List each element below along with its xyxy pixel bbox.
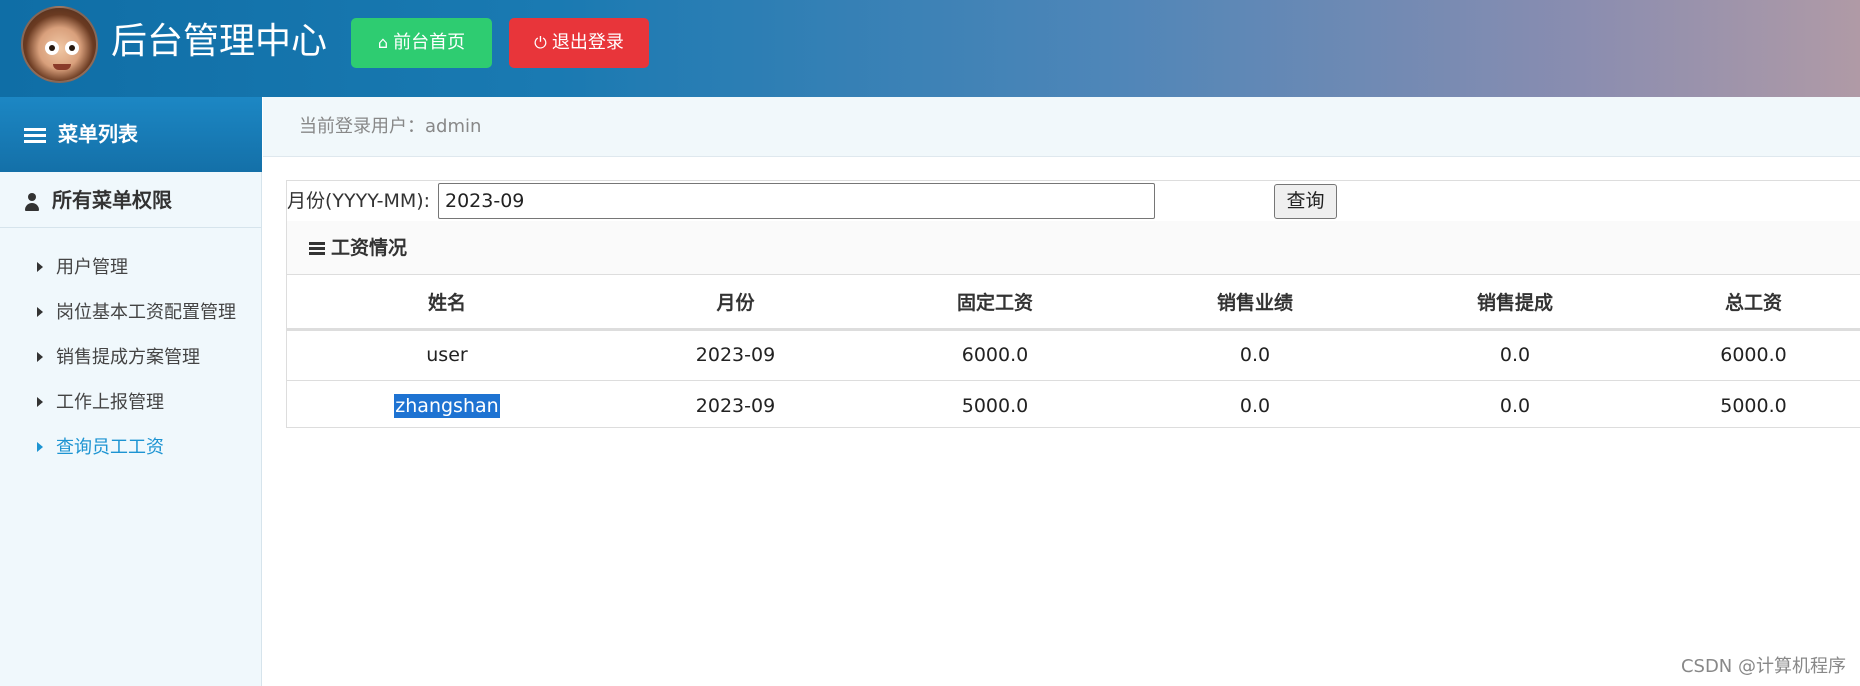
table-cell: 0.0 [1384, 329, 1646, 381]
sidebar-menu: 用户管理 岗位基本工资配置管理 销售提成方案管理 工作上报管理 查询员工工资 [0, 245, 262, 470]
sidebar-item-label: 用户管理 [56, 257, 128, 278]
sidebar-item-label: 查询员工工资 [56, 437, 164, 458]
search-form: 月份(YYYY-MM): 查询 [287, 181, 1860, 221]
sidebar-item-label: 岗位基本工资配置管理 [56, 302, 236, 323]
sidebar-item-work-report[interactable]: 工作上报管理 [0, 380, 262, 425]
logout-button-label: 退出登录 [551, 32, 624, 53]
column-header: 销售提成 [1384, 275, 1646, 331]
sidebar-item-commission-plan[interactable]: 销售提成方案管理 [0, 335, 262, 380]
table-cell: 5000.0 [1720, 394, 1787, 417]
power-icon: ⏻ [534, 33, 547, 52]
table-cell: 0.0 [1126, 329, 1384, 381]
sidebar: 菜单列表 所有菜单权限 用户管理 岗位基本工资配置管理 销售提成方案管理 工作上… [0, 97, 262, 686]
caret-right-icon [37, 442, 43, 452]
caret-right-icon [37, 352, 43, 362]
caret-right-icon [37, 307, 43, 317]
home-icon: ⌂ [377, 33, 389, 52]
table-cell: 0.0 [1239, 394, 1271, 417]
caret-right-icon [37, 397, 43, 407]
sidebar-item-label: 工作上报管理 [56, 392, 164, 413]
app-title: 后台管理中心 [111, 21, 328, 62]
bars-icon [309, 240, 325, 257]
table-cell: zhangshan [287, 380, 607, 431]
panel-heading: 工资情况 [287, 221, 1860, 275]
caret-right-icon [37, 262, 43, 272]
panel-heading-label: 工资情况 [331, 237, 408, 259]
table-row: zhangshan 2023-09 5000.0 0.0 0.0 5000.0 [287, 380, 1860, 431]
table-header-row: 姓名 月份 固定工资 销售业绩 销售提成 总工资 [287, 275, 1860, 331]
month-label: 月份(YYYY-MM): [287, 190, 431, 212]
salary-panel: 月份(YYYY-MM): 查询 工资情况 姓名 月份 固定工资 销售业绩 销售提… [286, 180, 1860, 428]
table-cell: 6000.0 [864, 329, 1126, 381]
home-button[interactable]: ⌂ 前台首页 [351, 18, 492, 68]
table-cell: user [287, 329, 607, 381]
salary-table: 姓名 月份 固定工资 销售业绩 销售提成 总工资 user 2023-09 60… [287, 275, 1860, 431]
avatar [21, 6, 98, 83]
month-input[interactable] [438, 183, 1155, 219]
sidebar-header: 菜单列表 [0, 97, 262, 172]
sidebar-item-position-salary-config[interactable]: 岗位基本工资配置管理 [0, 290, 262, 335]
user-icon [24, 192, 40, 211]
column-header: 姓名 [287, 275, 607, 331]
home-button-label: 前台首页 [393, 32, 466, 53]
column-header: 月份 [607, 275, 864, 331]
menu-group-label: 所有菜单权限 [52, 188, 172, 212]
table-row: user 2023-09 6000.0 0.0 0.0 6000.0 [287, 329, 1860, 381]
top-header: 后台管理中心 ⌂ 前台首页 ⏻ 退出登录 [0, 0, 1860, 97]
list-icon [24, 125, 46, 146]
table-cell: 6000.0 [1646, 329, 1860, 381]
table-cell: 2023-09 [695, 394, 776, 417]
sidebar-heading: 菜单列表 [58, 122, 138, 146]
column-header: 总工资 [1646, 275, 1860, 331]
breadcrumb: 当前登录用户：admin [263, 97, 1860, 157]
avatar-eye-right [65, 41, 79, 55]
table-cell: 2023-09 [607, 329, 864, 381]
sidebar-item-user-management[interactable]: 用户管理 [0, 245, 262, 290]
column-header: 固定工资 [864, 275, 1126, 331]
logout-button[interactable]: ⏻ 退出登录 [509, 18, 649, 68]
menu-group-title[interactable]: 所有菜单权限 [0, 172, 262, 228]
sidebar-item-label: 销售提成方案管理 [56, 347, 200, 368]
avatar-eye-left [45, 41, 59, 55]
column-header: 销售业绩 [1126, 275, 1384, 331]
avatar-mouth [53, 64, 71, 70]
selected-text: zhangshan [394, 393, 500, 418]
table-cell: 0.0 [1499, 394, 1531, 417]
watermark: CSDN @计算机程序 [1680, 656, 1846, 677]
sidebar-item-employee-salary[interactable]: 查询员工工资 [0, 425, 262, 470]
query-button[interactable]: 查询 [1274, 184, 1337, 219]
table-cell: 5000.0 [961, 394, 1029, 417]
